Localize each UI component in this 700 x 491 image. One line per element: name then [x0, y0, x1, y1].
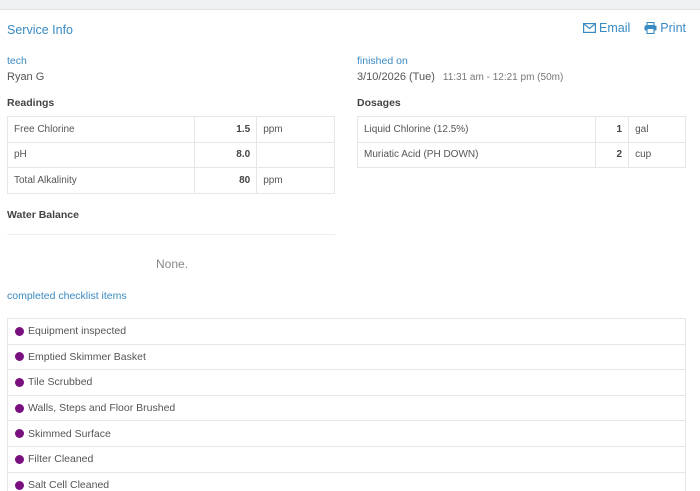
checklist-item-label: Skimmed Surface: [28, 427, 111, 440]
dosage-unit: cup: [628, 141, 686, 168]
print-button[interactable]: Print: [644, 21, 686, 35]
printer-icon: [644, 22, 657, 34]
checklist-item: Skimmed Surface: [8, 421, 685, 447]
card-header: Service Info Email Print: [7, 21, 686, 43]
dosage-name: Muriatic Acid (PH DOWN): [356, 141, 597, 168]
reading-name: Total Alkalinity: [6, 167, 196, 194]
envelope-icon: [583, 23, 597, 33]
completed-dot-icon: [15, 377, 24, 387]
readings-table: Free Chlorine 1.5 ppm pH 8.0 Total Alkalinity…: [6, 116, 335, 194]
print-label: Print: [660, 21, 686, 35]
reading-unit: ppm: [256, 167, 335, 194]
checklist-title: completed checklist items: [7, 290, 127, 302]
checklist-item: Equipment inspected: [8, 319, 685, 345]
checklist-item-label: Emptied Skimmer Basket: [28, 350, 146, 363]
reading-value: 80: [194, 167, 258, 194]
reading-unit: [256, 141, 335, 168]
finished-label: finished on: [357, 55, 408, 67]
completed-dot-icon: [15, 326, 24, 336]
readings-title: Readings: [7, 97, 55, 109]
service-info-card: Service Info Email Print tech Ryan G fin…: [0, 10, 700, 491]
top-bar: [0, 0, 700, 10]
tech-value: Ryan G: [7, 71, 45, 83]
checklist-item-label: Filter Cleaned: [28, 453, 94, 466]
reading-unit: ppm: [256, 116, 335, 143]
completed-dot-icon: [15, 480, 24, 490]
checklist-item-label: Salt Cell Cleaned: [28, 479, 110, 491]
reading-name: Free Chlorine: [6, 116, 196, 143]
completed-dot-icon: [15, 403, 24, 413]
reading-value: 8.0: [194, 141, 258, 168]
completed-dot-icon: [15, 429, 24, 439]
checklist-item-label: Equipment inspected: [28, 325, 127, 338]
checklist-item: Tile Scrubbed: [8, 370, 685, 396]
dosage-value: 2: [595, 141, 630, 168]
completed-dot-icon: [15, 454, 24, 464]
finished-value: 3/10/2026 (Tue) 11:31 am - 12:21 pm (50m): [357, 71, 563, 83]
dosages-title: Dosages: [357, 97, 401, 109]
dosage-row: Muriatic Acid (PH DOWN) 2 cup: [356, 141, 686, 168]
checklist-item: Walls, Steps and Floor Brushed: [8, 396, 685, 422]
header-actions: Email Print: [583, 21, 686, 35]
email-label: Email: [599, 21, 631, 35]
tech-label: tech: [7, 55, 27, 67]
email-button[interactable]: Email: [583, 21, 630, 35]
dosage-unit: gal: [628, 116, 686, 143]
water-balance-title: Water Balance: [7, 209, 79, 221]
reading-row: pH 8.0: [6, 141, 335, 168]
water-balance-divider: [7, 234, 335, 235]
checklist-item: Emptied Skimmer Basket: [8, 345, 685, 371]
finished-time: 11:31 am - 12:21 pm (50m): [442, 72, 564, 83]
dosage-row: Liquid Chlorine (12.5%) 1 gal: [356, 116, 686, 143]
dosages-table: Liquid Chlorine (12.5%) 1 gal Muriatic Acid…: [356, 116, 686, 168]
completed-dot-icon: [15, 352, 24, 362]
checklist: Equipment inspected Emptied Skimmer Baske…: [7, 318, 686, 491]
water-balance-empty: None.: [156, 257, 189, 271]
reading-row: Free Chlorine 1.5 ppm: [6, 116, 335, 143]
dosage-value: 1: [595, 116, 630, 143]
checklist-item-label: Walls, Steps and Floor Brushed: [28, 402, 176, 415]
checklist-item-label: Tile Scrubbed: [28, 376, 93, 389]
dosage-name: Liquid Chlorine (12.5%): [356, 116, 597, 143]
card-title: Service Info: [7, 23, 74, 37]
reading-value: 1.5: [194, 116, 258, 143]
checklist-item: Salt Cell Cleaned: [8, 473, 685, 491]
finished-date: 3/10/2026 (Tue): [357, 71, 435, 83]
reading-row: Total Alkalinity 80 ppm: [6, 167, 335, 194]
reading-name: pH: [6, 141, 196, 168]
checklist-item: Filter Cleaned: [8, 447, 685, 473]
